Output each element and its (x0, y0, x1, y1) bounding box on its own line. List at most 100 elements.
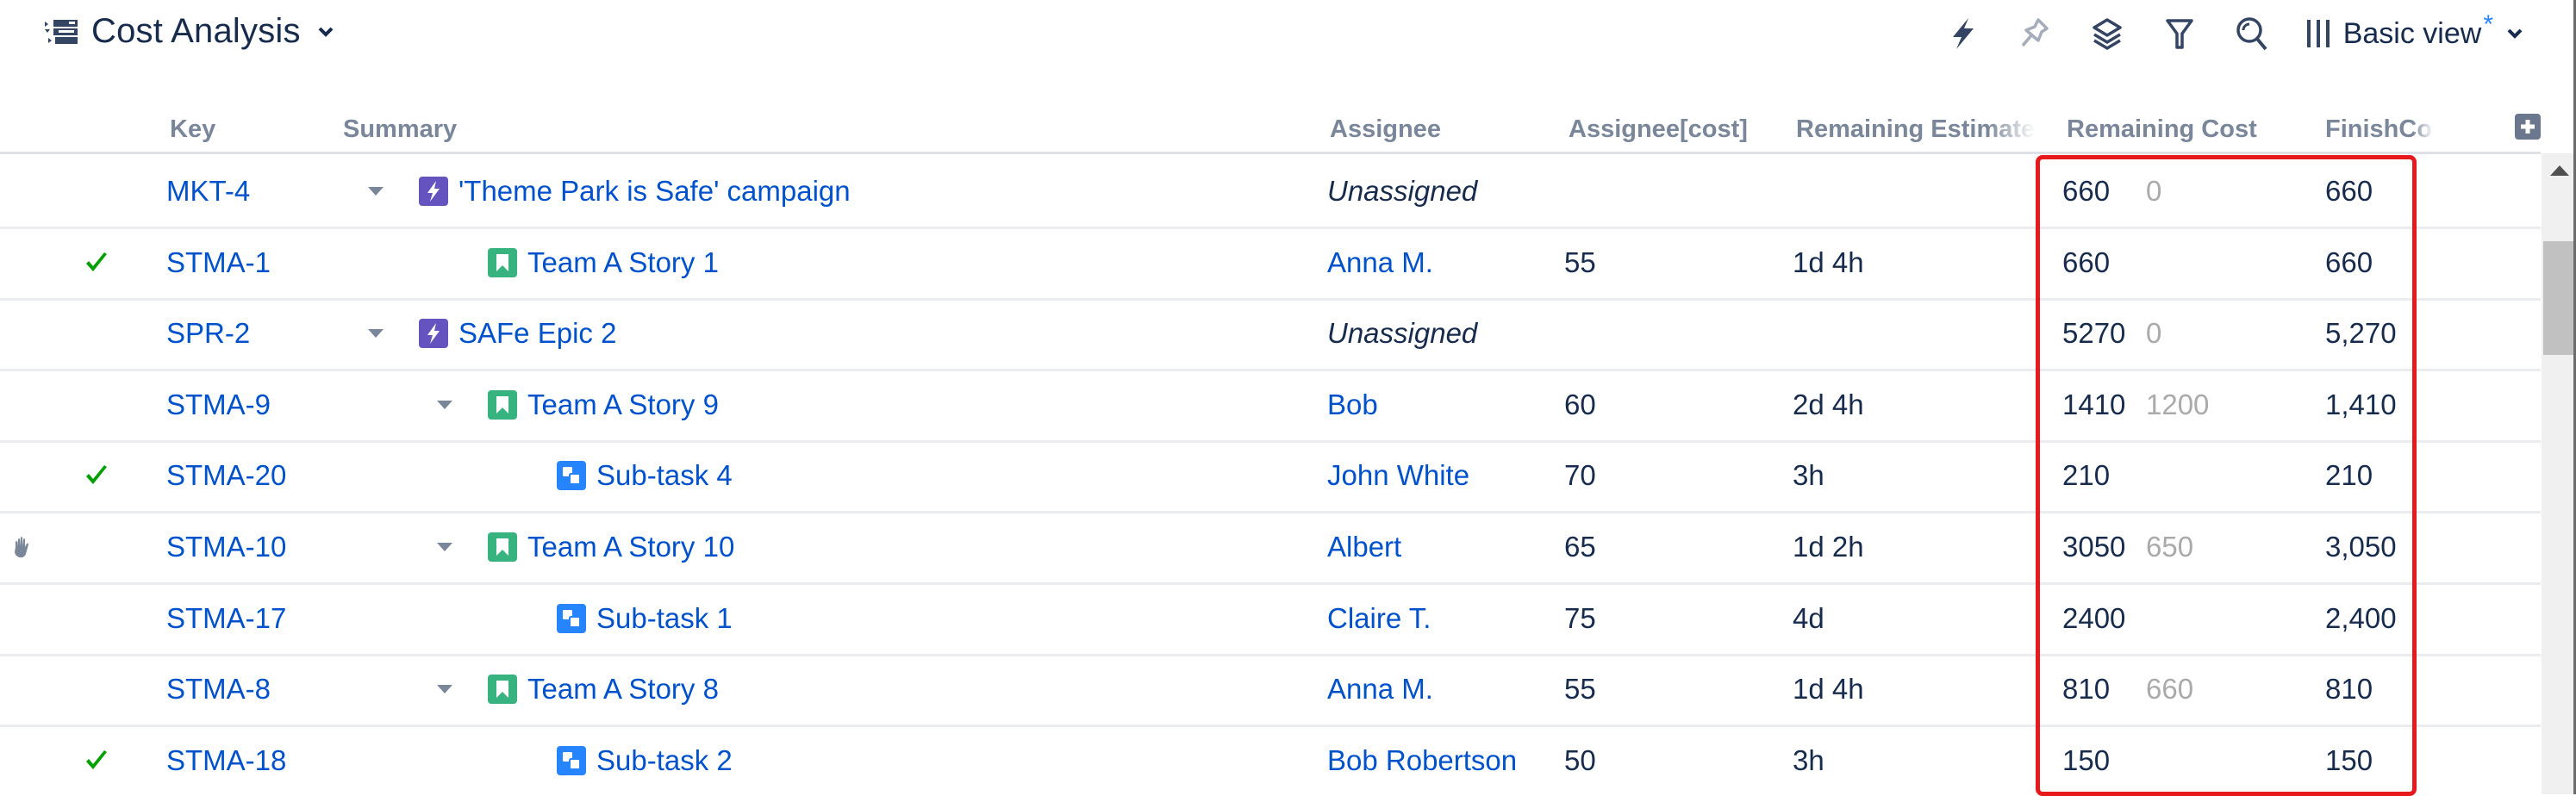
issue-summary[interactable]: Team A Story 10 (527, 531, 734, 563)
remaining-estimate: 1d 2h (1793, 531, 1864, 563)
assignee[interactable]: Bob Robertson (1327, 725, 1517, 794)
column-header-assignee-cost[interactable]: Assignee[cost] (1569, 115, 1748, 144)
toolbar: Basic view* (1943, 10, 2524, 55)
search-button[interactable] (2233, 15, 2271, 53)
toggle-spacer (503, 440, 524, 511)
column-header-remaining-cost[interactable]: Remaining Cost (2067, 115, 2257, 144)
remaining-cost: 150 (2062, 743, 2111, 776)
column-header-assignee[interactable]: Assignee (1330, 115, 1441, 144)
structure-icon (45, 19, 78, 44)
drag-handle[interactable] (5, 512, 40, 582)
issue-key[interactable]: SPR-2 (166, 298, 250, 369)
remaining-estimate: 2d 4h (1793, 388, 1864, 420)
structure-grid: MKT-4 'Theme Park is Safe' campaign Unassi… (0, 156, 2541, 794)
expand-toggle[interactable] (434, 370, 455, 440)
summary-cell: 'Theme Park is Safe' campaign (365, 156, 851, 227)
remaining-estimate: 1d 4h (1793, 246, 1864, 278)
issue-type-story (488, 389, 517, 420)
search-icon (2236, 17, 2267, 51)
table-row[interactable]: STMA-1 Team A Story 1 Anna M. 55 1d 4h 660 660 (0, 227, 2541, 301)
toggle-spacer (434, 227, 455, 298)
remaining-cost-children: 0 (2146, 175, 2162, 207)
expand-toggle-icon (368, 187, 384, 196)
remaining-estimate: 3h (1793, 743, 1824, 776)
expand-toggle[interactable] (434, 512, 455, 582)
story-icon (488, 532, 517, 562)
table-row[interactable]: STMA-17 Sub-task 1 Claire T. 75 4d 2400 2,400 (0, 583, 2541, 656)
expand-toggle[interactable] (365, 156, 386, 227)
issue-summary[interactable]: Sub-task 2 (596, 744, 733, 777)
chevron-down-icon (318, 27, 334, 37)
assignee[interactable]: Anna M. (1327, 654, 1433, 724)
issue-type-story (488, 532, 517, 562)
table-row[interactable]: STMA-20 Sub-task 4 John White 70 3h 210 210 (0, 440, 2541, 514)
table-row[interactable]: STMA-18 Sub-task 2 Bob Robertson 50 3h 150 150 (0, 725, 2541, 794)
summary-cell: Team A Story 8 (434, 654, 719, 724)
expand-toggle[interactable] (365, 298, 386, 369)
expand-toggle-icon (437, 400, 452, 409)
remaining-estimate: 4d (1793, 601, 1824, 634)
table-row[interactable]: SPR-2 SAFe Epic 2 Unassigned 5270 0 5,270 (0, 298, 2541, 372)
assignee-cost: 65 (1564, 531, 1596, 563)
remaining-cost: 3050 (2062, 531, 2126, 563)
automation-button[interactable] (1943, 15, 1981, 53)
story-icon (488, 675, 517, 705)
remaining-cost: 810 (2062, 673, 2111, 706)
issue-summary[interactable]: SAFe Epic 2 (458, 317, 616, 350)
issue-type-subtask (557, 461, 586, 491)
finish-cost: 3,050 (2325, 531, 2397, 563)
scroll-up-arrow-icon[interactable] (2550, 165, 2569, 176)
epic-icon (419, 177, 448, 206)
issue-key[interactable]: STMA-1 (166, 227, 271, 298)
table-row[interactable]: MKT-4 'Theme Park is Safe' campaign Unassi… (0, 156, 2541, 229)
issue-key[interactable]: MKT-4 (166, 156, 250, 227)
issue-summary[interactable]: Team A Story 9 (527, 389, 719, 421)
table-row[interactable]: STMA-8 Team A Story 8 Anna M. 55 1d 4h 810 660… (0, 654, 2541, 728)
issue-key[interactable]: STMA-18 (166, 725, 286, 794)
issue-summary[interactable]: Team A Story 1 (527, 246, 719, 279)
issue-key[interactable]: STMA-8 (166, 654, 271, 724)
issue-key[interactable]: STMA-20 (166, 440, 286, 511)
column-header-remaining-estimate[interactable]: Remaining Estimate (1796, 115, 2036, 144)
filter-button[interactable] (2161, 15, 2199, 53)
assignee[interactable]: Claire T. (1327, 583, 1431, 654)
view-selector[interactable]: Basic view* (2305, 10, 2524, 51)
issue-type-epic (419, 319, 448, 349)
layers-icon (2092, 18, 2122, 51)
issue-summary[interactable]: Sub-task 1 (596, 602, 733, 635)
status-done (79, 725, 114, 794)
pin-button[interactable] (2016, 15, 2054, 53)
column-header-key[interactable]: Key (170, 115, 215, 144)
assignee[interactable]: Anna M. (1327, 227, 1433, 298)
issue-key[interactable]: STMA-9 (166, 370, 271, 440)
column-header-finish-cost[interactable]: FinishCost (2325, 115, 2434, 144)
table-row[interactable]: STMA-10 Team A Story 10 Albert 65 1d 2h 3050 6… (0, 512, 2541, 585)
issue-key[interactable]: STMA-10 (166, 512, 286, 582)
issue-summary[interactable]: Team A Story 8 (527, 673, 719, 706)
structure-selector[interactable]: Cost Analysis (43, 12, 335, 51)
assignee[interactable]: Bob (1327, 370, 1378, 440)
add-column-button[interactable] (2515, 114, 2541, 140)
column-header-summary[interactable]: Summary (343, 115, 457, 144)
assignee[interactable]: Albert (1327, 512, 1401, 582)
layers-button[interactable] (2088, 15, 2126, 53)
summary-cell: Team A Story 10 (434, 512, 734, 582)
issue-type-subtask (557, 745, 586, 775)
remaining-cost: 210 (2062, 459, 2111, 492)
assignee[interactable]: John White (1327, 440, 1469, 511)
table-row[interactable]: STMA-9 Team A Story 9 Bob 60 2d 4h 1410 1200 1,… (0, 370, 2541, 443)
issue-type-epic (419, 177, 448, 206)
expand-toggle-icon (437, 543, 452, 551)
issue-key[interactable]: STMA-17 (166, 583, 286, 654)
story-icon (488, 247, 517, 277)
scroll-thumb[interactable] (2543, 241, 2576, 355)
vertical-scrollbar[interactable] (2542, 153, 2576, 794)
issue-summary[interactable]: 'Theme Park is Safe' campaign (458, 175, 851, 208)
finish-cost: 810 (2325, 673, 2373, 706)
issue-summary[interactable]: Sub-task 4 (596, 459, 733, 492)
finish-cost: 660 (2325, 246, 2373, 278)
expand-toggle[interactable] (434, 654, 455, 724)
check-icon (86, 465, 107, 485)
check-icon (86, 749, 107, 769)
remaining-cost: 5270 (2062, 317, 2126, 350)
